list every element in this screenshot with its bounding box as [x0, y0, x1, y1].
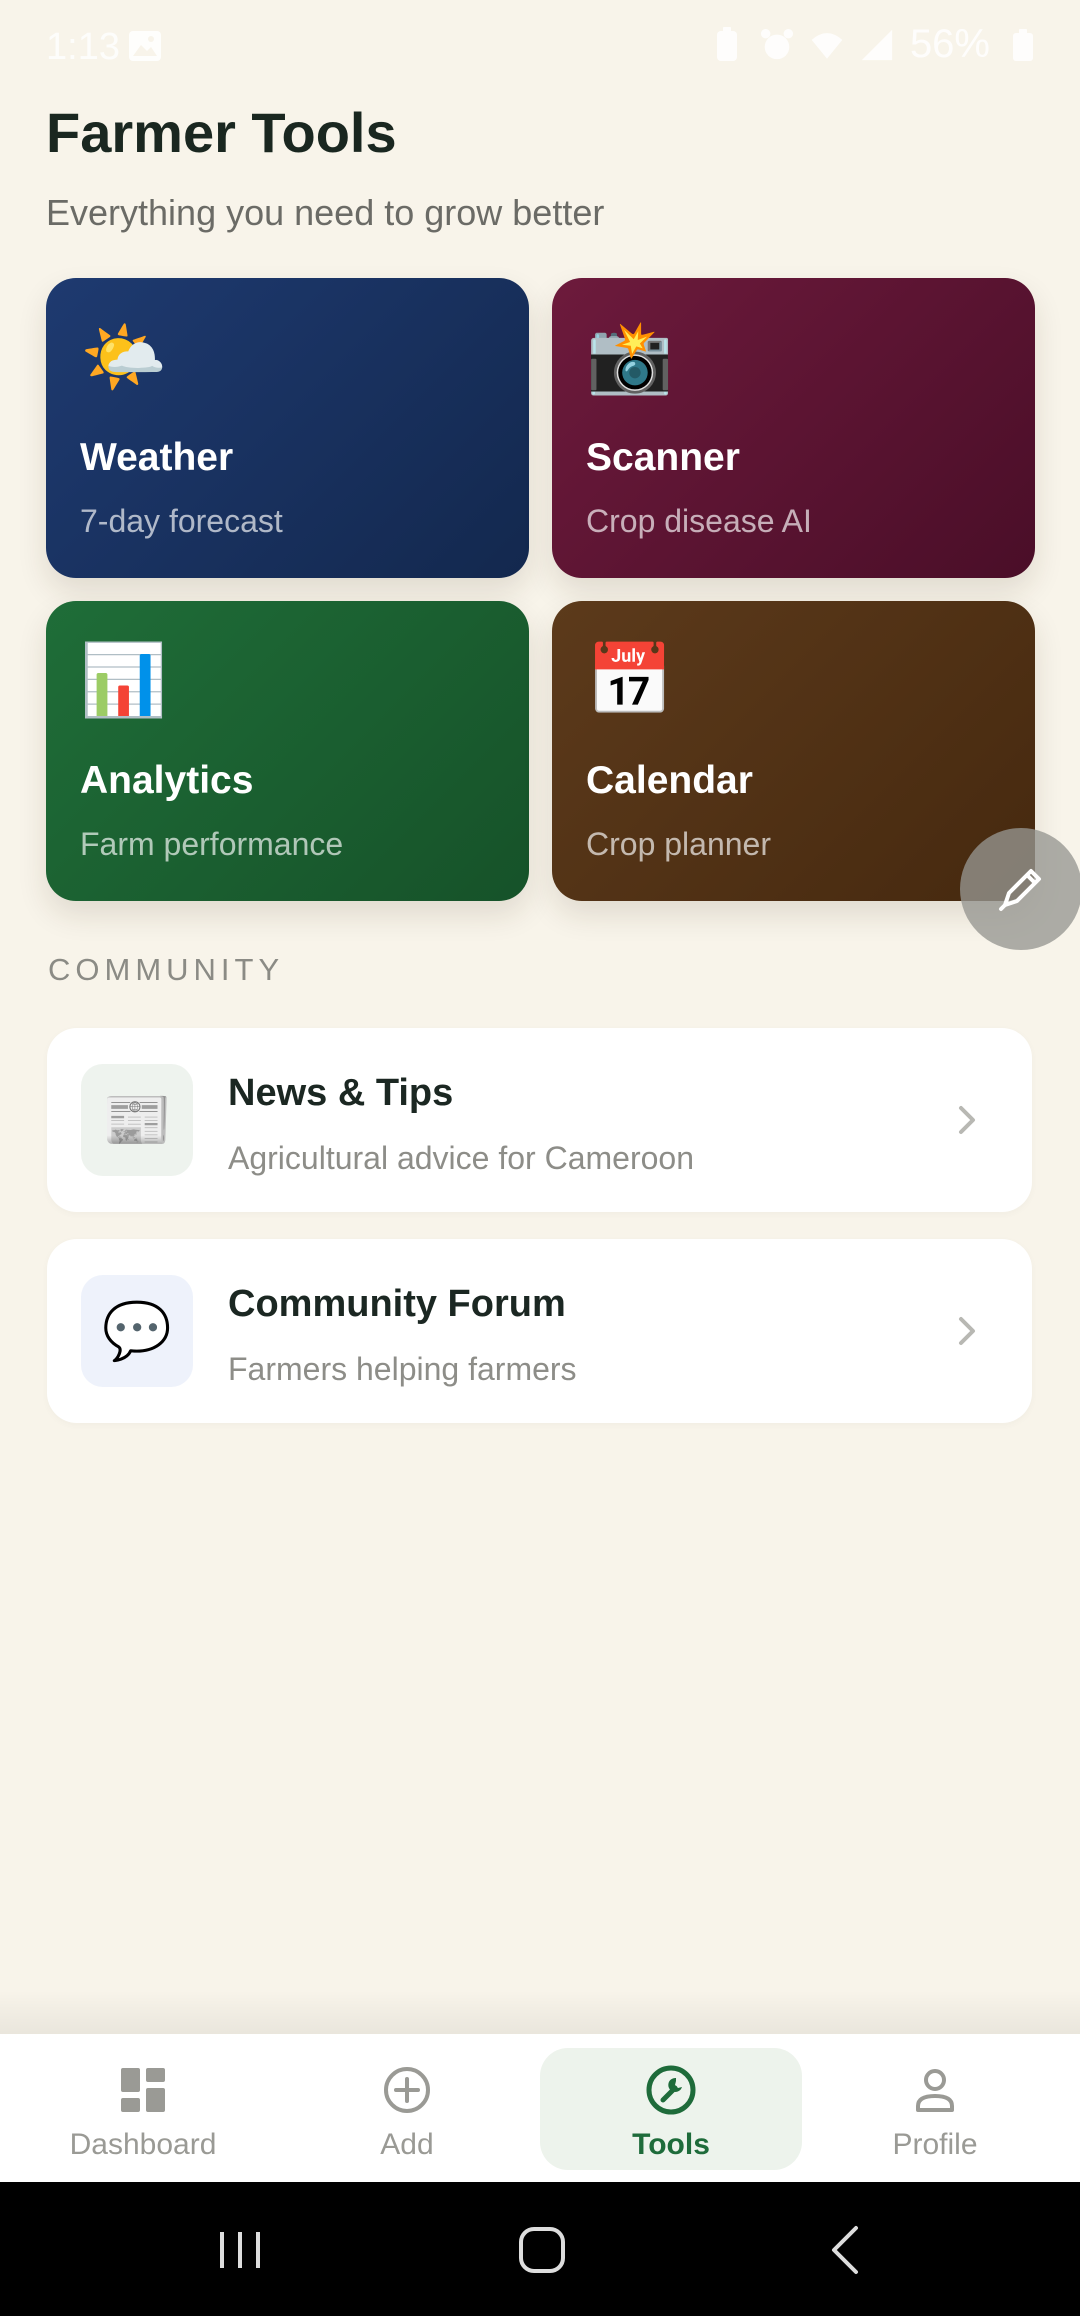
weather-card-subtitle: 7-day forecast — [80, 503, 283, 539]
dashboard-icon — [121, 2068, 165, 2112]
calendar-card-title: Calendar — [586, 759, 753, 802]
camera-flash-icon: 📸 — [586, 318, 674, 396]
community-forum-item[interactable]: 💬 Community Forum Farmers helping farmer… — [47, 1239, 1032, 1423]
battery-saver-icon — [716, 26, 737, 61]
page-subtitle: Everything you need to grow better — [46, 192, 605, 233]
nav-dashboard[interactable]: Dashboard — [12, 2048, 274, 2170]
person-icon — [916, 2069, 954, 2112]
sun-cloud-icon: 🌤️ — [80, 318, 168, 396]
news-icon-box: 📰 — [81, 1064, 193, 1176]
community-section-label: COMMUNITY — [48, 952, 285, 987]
analytics-card[interactable]: 📊 Analytics Farm performance — [46, 601, 529, 901]
bar-chart-icon: 📊 — [80, 641, 168, 719]
scanner-card[interactable]: 📸 Scanner Crop disease AI — [552, 278, 1035, 578]
alarm-icon — [760, 28, 793, 59]
chevron-right-icon — [959, 1317, 975, 1345]
calendar-icon: 📅 — [586, 641, 674, 719]
edit-fab-button[interactable] — [960, 828, 1080, 950]
battery-percent: 56% — [909, 22, 990, 66]
page-title: Farmer Tools — [46, 101, 397, 164]
battery-icon — [1013, 28, 1033, 61]
forum-icon-box: 💬 — [81, 1275, 193, 1387]
wrench-icon — [646, 2065, 696, 2115]
news-tips-subtitle: Agricultural advice for Cameroon — [228, 1140, 694, 1176]
weather-card-title: Weather — [80, 436, 234, 479]
status-icons: 56% — [710, 22, 1040, 67]
analytics-card-title: Analytics — [80, 759, 254, 802]
speech-bubble-icon: 💬 — [102, 1299, 172, 1362]
nav-add-label: Add — [380, 2128, 434, 2161]
bottom-nav-shadow — [0, 1990, 1080, 2034]
nav-tools-label: Tools — [632, 2128, 710, 2161]
scanner-card-subtitle: Crop disease AI — [586, 503, 812, 539]
scanner-card-title: Scanner — [586, 436, 740, 479]
pencil-icon — [999, 869, 1041, 911]
news-tips-title: News & Tips — [228, 1072, 454, 1114]
analytics-card-subtitle: Farm performance — [80, 826, 344, 862]
chevron-right-icon — [959, 1106, 975, 1134]
nav-tools[interactable]: Tools — [540, 2048, 802, 2170]
image-icon — [129, 31, 161, 61]
add-circle-icon — [384, 2067, 430, 2113]
nav-add[interactable]: Add — [276, 2048, 538, 2170]
nav-profile-label: Profile — [892, 2128, 978, 2161]
status-bar: 1:13 56% — [0, 0, 1080, 96]
weather-card[interactable]: 🌤️ Weather 7-day forecast — [46, 278, 529, 578]
news-tips-item[interactable]: 📰 News & Tips Agricultural advice for Ca… — [47, 1028, 1032, 1212]
status-time: 1:13 — [46, 26, 120, 68]
calendar-card-subtitle: Crop planner — [586, 826, 771, 862]
recent-apps-icon[interactable] — [205, 2218, 275, 2282]
back-icon[interactable] — [812, 2218, 882, 2282]
nav-dashboard-label: Dashboard — [69, 2128, 217, 2161]
home-icon[interactable] — [507, 2218, 577, 2282]
newspaper-icon: 📰 — [102, 1088, 172, 1151]
calendar-card[interactable]: 📅 Calendar Crop planner — [552, 601, 1035, 901]
wifi-icon — [811, 32, 843, 59]
community-forum-subtitle: Farmers helping farmers — [228, 1351, 577, 1387]
bottom-nav: Dashboard Add Tools Profile — [0, 2034, 1080, 2182]
signal-icon — [861, 29, 893, 60]
nav-profile[interactable]: Profile — [804, 2048, 1066, 2170]
system-nav-bar — [0, 2182, 1080, 2316]
community-forum-title: Community Forum — [228, 1283, 566, 1325]
